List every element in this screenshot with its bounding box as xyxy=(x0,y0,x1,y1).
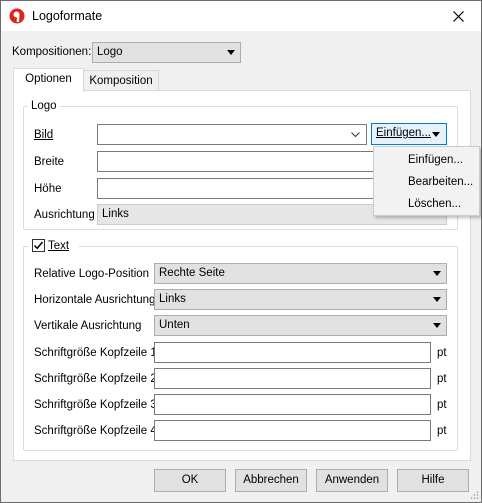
breite-label: Breite xyxy=(34,156,65,168)
schriftgrosse-kopfzeile-4-label: Schriftgröße Kopfzeile 4 xyxy=(34,425,157,437)
close-icon xyxy=(452,10,464,22)
hohe-label: Höhe xyxy=(34,183,62,195)
schriftgrosse-kopfzeile-2-label: Schriftgröße Kopfzeile 2 xyxy=(34,373,157,385)
menu-item-bearbeiten[interactable]: Bearbeiten... xyxy=(408,176,473,188)
tab-optionen-label: Optionen xyxy=(25,73,72,85)
vertikale-ausrichtung-select[interactable]: Unten xyxy=(154,315,447,336)
vertikale-ausrichtung-value: Unten xyxy=(159,319,190,331)
chevron-down-icon xyxy=(433,297,441,302)
menu-item-loschen[interactable]: Löschen... xyxy=(408,198,461,210)
unit-pt-1: pt xyxy=(437,347,447,359)
chevron-down-icon xyxy=(432,132,440,137)
schriftgrosse-kopfzeile-1-label: Schriftgröße Kopfzeile 1 xyxy=(34,347,157,359)
einfugen-button-label: Einfügen... xyxy=(376,127,431,139)
ok-button-label: OK xyxy=(181,474,199,486)
horizontale-ausrichtung-label: Horizontale Ausrichtung xyxy=(34,294,156,306)
resize-grip-icon[interactable] xyxy=(469,490,479,500)
einfugen-dropdown-menu: Einfügen... Bearbeiten... Löschen... xyxy=(373,146,480,216)
window-title: Logoformate xyxy=(32,9,103,23)
ausrichtung-value: Links xyxy=(102,208,129,220)
chevron-down-icon xyxy=(351,132,360,138)
schriftgrosse-kopfzeile-1-input[interactable] xyxy=(154,342,431,363)
help-button-label: Hilfe xyxy=(421,474,445,486)
schriftgrosse-kopfzeile-3-label: Schriftgröße Kopfzeile 3 xyxy=(34,399,157,411)
schriftgrosse-kopfzeile-3-input[interactable] xyxy=(154,394,431,415)
tab-komposition[interactable]: Komposition xyxy=(83,70,159,91)
app-logo-icon xyxy=(9,8,25,24)
unit-pt-2: pt xyxy=(437,373,447,385)
checkmark-icon xyxy=(33,241,44,250)
help-button[interactable]: Hilfe xyxy=(397,469,469,492)
relative-logo-position-value: Rechte Seite xyxy=(159,267,225,279)
kompositionen-label: Kompositionen: xyxy=(12,46,92,58)
kompositionen-value: Logo xyxy=(97,46,123,58)
horizontale-ausrichtung-select[interactable]: Links xyxy=(154,289,447,310)
tab-optionen[interactable]: Optionen xyxy=(13,68,84,92)
apply-button[interactable]: Anwenden xyxy=(316,469,388,492)
ok-button[interactable]: OK xyxy=(154,469,226,492)
apply-button-label: Anwenden xyxy=(324,474,380,486)
dialog-window: Logoformate Kompositionen: Logo Optionen… xyxy=(0,0,482,503)
cancel-button[interactable]: Abbrechen xyxy=(235,469,307,492)
logo-group-title: Logo xyxy=(28,100,60,112)
schriftgrosse-kopfzeile-2-input[interactable] xyxy=(154,368,431,389)
relative-logo-position-label: Relative Logo-Position xyxy=(34,268,150,280)
title-bar: Logoformate xyxy=(1,1,481,31)
bild-combo[interactable] xyxy=(97,124,367,145)
menu-item-einfugen[interactable]: Einfügen... xyxy=(408,154,463,166)
einfugen-button[interactable]: Einfügen... xyxy=(371,123,447,145)
cancel-button-label: Abbrechen xyxy=(243,474,299,486)
chevron-down-icon xyxy=(433,271,441,276)
kompositionen-select[interactable]: Logo xyxy=(92,42,241,63)
vertikale-ausrichtung-label: Vertikale Ausrichtung xyxy=(34,320,142,332)
close-button[interactable] xyxy=(435,1,481,31)
schriftgrosse-kopfzeile-4-input[interactable] xyxy=(154,420,431,441)
text-checkbox[interactable] xyxy=(32,239,45,252)
ausrichtung-label: Ausrichtung xyxy=(34,209,95,221)
text-group-title: Text xyxy=(48,240,70,252)
unit-pt-3: pt xyxy=(437,399,447,411)
relative-logo-position-select[interactable]: Rechte Seite xyxy=(154,263,447,284)
chevron-down-icon xyxy=(433,323,441,328)
chevron-down-icon xyxy=(227,50,235,55)
horizontale-ausrichtung-value: Links xyxy=(159,293,186,305)
tab-komposition-label: Komposition xyxy=(89,75,153,87)
unit-pt-4: pt xyxy=(437,425,447,437)
bild-label: Bild xyxy=(34,129,54,141)
